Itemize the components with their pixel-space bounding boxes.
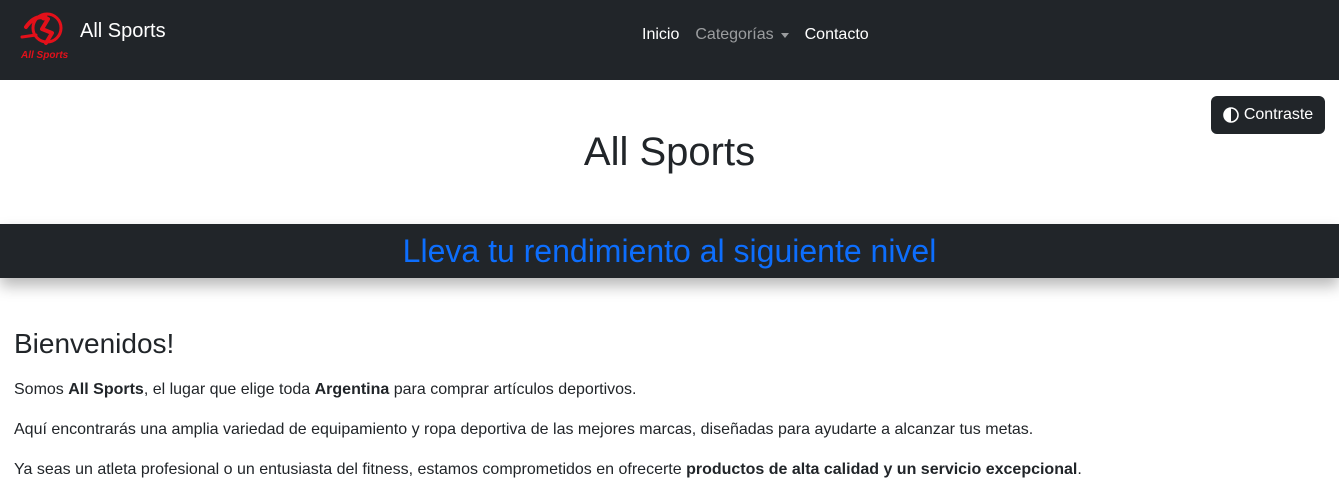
page-title: All Sports: [583, 130, 756, 174]
text-span: Ya seas un atleta profesional o un entus…: [14, 461, 687, 478]
bold-quality: productos de alta calidad y un servicio …: [686, 461, 1078, 478]
half-circle-icon: [1223, 107, 1239, 123]
contrast-button-label: Contraste: [1243, 106, 1314, 123]
banner-text: Lleva tu rendimiento al siguiente nivel: [402, 233, 937, 269]
text-span: para comprar artículos deportivos.: [389, 381, 637, 398]
nav-link-contacto[interactable]: Contacto: [805, 26, 869, 44]
nav-link-inicio[interactable]: Inicio: [642, 26, 679, 44]
text-span: , el lugar que elige toda: [143, 381, 315, 398]
welcome-heading: Bienvenidos!: [14, 328, 175, 359]
commitment-paragraph: Ya seas un atleta profesional o un entus…: [14, 460, 1082, 479]
logo-text: All Sports: [20, 50, 69, 61]
bold-brand: All Sports: [68, 381, 144, 398]
text-span: .: [1077, 461, 1082, 478]
brand-logo[interactable]: All Sports: [18, 7, 70, 61]
nav-dropdown-categorias[interactable]: Categorías: [695, 26, 789, 44]
top-navbar: All Sports All Sports Inicio Categorías …: [0, 0, 1339, 80]
text-span: Somos: [14, 381, 69, 398]
variety-paragraph: Aquí encontrarás una amplia variedad de …: [14, 421, 1034, 438]
bold-country: Argentina: [314, 381, 390, 398]
nav-links: Inicio Categorías Contacto: [642, 26, 885, 44]
brand-name-link[interactable]: All Sports: [80, 20, 166, 43]
nav-dropdown-label: Categorías: [695, 26, 774, 43]
chevron-down-icon: [780, 32, 789, 38]
intro-paragraph: Somos All Sports, el lugar que elige tod…: [14, 380, 637, 399]
runner-logo-icon: All Sports: [20, 12, 69, 61]
hero-banner: Lleva tu rendimiento al siguiente nivel: [0, 224, 1339, 278]
